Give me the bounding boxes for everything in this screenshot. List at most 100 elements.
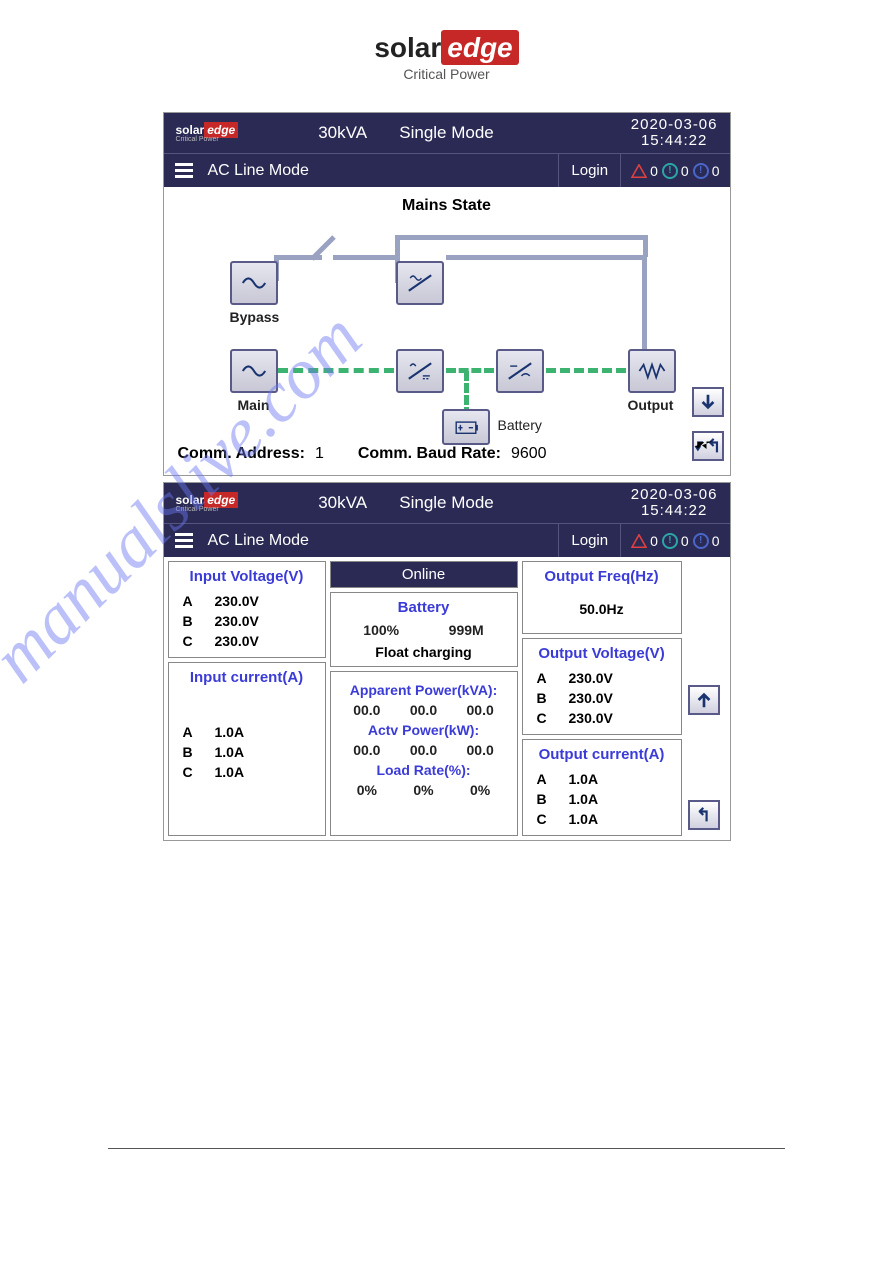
alert-warning-count: 0 [681,533,689,549]
brand-edge: edge [441,30,518,65]
menu-icon[interactable] [164,533,204,548]
alert-info-icon[interactable]: !0 [693,163,720,179]
comm-baud-value: 9600 [511,445,547,463]
battery-card: Battery 100% 999M Float charging [330,592,518,667]
battery-time: 999M [449,622,484,638]
battery-state: Float charging [339,644,509,660]
nav-back-button[interactable]: ↰ [688,800,720,830]
load-hdr: Load Rate(%): [339,762,509,778]
panel2-header: solaredge Critical Power 30kVA Single Mo… [164,483,730,523]
main-label: Main [238,397,270,413]
bypass-label: Bypass [230,309,280,325]
bypass-converter-box[interactable] [396,261,444,305]
load-v3: 0% [470,782,490,798]
output-current-b: 1.0A [569,791,599,807]
alert-critical-count: 0 [650,533,658,549]
alert-info-count: 0 [712,163,720,179]
output-current-card: Output current(A) A1.0A B1.0A C1.0A [522,739,682,836]
panel2-logo-solar: solar [176,493,205,507]
panel1-time: 15:44:22 [631,133,718,150]
output-freq-card: Output Freq(Hz) 50.0Hz [522,561,682,634]
panel2-mode: Single Mode [399,493,494,513]
output-current-c: 1.0A [569,811,599,827]
input-current-c: 1.0A [215,764,245,780]
bypass-source-box[interactable] [230,261,278,305]
power-card: Apparent Power(kVA): 00.0 00.0 00.0 Actv P… [330,671,518,836]
alert-warning-icon[interactable]: !0 [662,533,689,549]
ups-panel-data: solaredge Critical Power 30kVA Single Mo… [163,482,731,841]
alert-warning-count: 0 [681,163,689,179]
battery-box[interactable] [442,409,490,445]
switch-open [333,255,398,260]
battery-label: Battery [498,417,542,433]
rectifier-box[interactable] [396,349,444,393]
active-v3: 00.0 [467,742,494,758]
diagram-title: Mains State [178,197,716,215]
battery-pct: 100% [363,622,399,638]
status-online: Online [330,561,518,588]
panel1-line-mode: AC Line Mode [208,162,309,180]
login-button[interactable]: Login [558,524,621,557]
input-current-hdr: Input current(A) [177,669,317,686]
input-voltage-b: 230.0V [215,613,259,629]
menu-icon[interactable] [164,163,204,178]
output-voltage-b: 230.0V [569,690,613,706]
inverter-box[interactable] [496,349,544,393]
panel2-date: 2020-03-06 [631,487,718,504]
output-current-hdr: Output current(A) [531,746,673,763]
panel1-logo-solar: solar [176,123,205,137]
panel2-time: 15:44:22 [631,503,718,520]
apparent-v1: 00.0 [353,702,380,718]
panel1-subbar: AC Line Mode Login 0 !0 !0 [164,153,730,187]
panel1-header: solaredge Critical Power 30kVA Single Mo… [164,113,730,153]
apparent-hdr: Apparent Power(kVA): [339,682,509,698]
output-current-a: 1.0A [569,771,599,787]
nav-back-button[interactable]: ↰ [692,431,724,461]
output-voltage-c: 230.0V [569,710,613,726]
input-voltage-c: 230.0V [215,633,259,649]
output-box[interactable] [628,349,676,393]
load-v2: 0% [413,782,433,798]
input-current-a: 1.0A [215,724,245,740]
page-logo: solaredge Critical Power [0,0,893,106]
alert-critical-icon[interactable]: 0 [631,533,658,549]
comm-addr-value: 1 [315,445,324,463]
output-label: Output [628,397,674,413]
panel2-line-mode: AC Line Mode [208,532,309,550]
comm-row: Comm. Address: 1 Comm. Baud Rate: 9600 [178,445,716,463]
comm-baud-label: Comm. Baud Rate: [358,445,501,463]
output-voltage-a: 230.0V [569,670,613,686]
alert-warning-icon[interactable]: !0 [662,163,689,179]
apparent-v2: 00.0 [410,702,437,718]
nav-up-button[interactable] [688,685,720,715]
output-freq-val: 50.0Hz [531,591,673,627]
input-voltage-hdr: Input Voltage(V) [177,568,317,585]
battery-hdr: Battery [339,599,509,616]
active-v1: 00.0 [353,742,380,758]
panel2-subbar: AC Line Mode Login 0 !0 !0 [164,523,730,557]
load-v1: 0% [357,782,377,798]
input-current-b: 1.0A [215,744,245,760]
ups-panel-diagram: solaredge Critical Power 30kVA Single Mo… [163,112,731,476]
nav-down-button[interactable] [692,387,724,417]
alert-critical-icon[interactable]: 0 [631,163,658,179]
brand-tagline: Critical Power [0,66,893,82]
output-voltage-hdr: Output Voltage(V) [531,645,673,662]
output-freq-hdr: Output Freq(Hz) [531,568,673,585]
main-source-box[interactable] [230,349,278,393]
panel1-date: 2020-03-06 [631,117,718,134]
input-voltage-card: Input Voltage(V) A230.0V B230.0V C230.0V [168,561,326,658]
input-current-card: Input current(A) A1.0A B1.0A C1.0A [168,662,326,836]
alert-info-count: 0 [712,533,720,549]
login-button[interactable]: Login [558,154,621,187]
comm-addr-label: Comm. Address: [178,445,305,463]
footer-rule [108,1148,785,1149]
active-v2: 00.0 [410,742,437,758]
brand-solar: solar [374,32,441,63]
panel2-kva: 30kVA [318,493,367,513]
panel1-mode: Single Mode [399,123,494,143]
alert-info-icon[interactable]: !0 [693,533,720,549]
active-hdr: Actv Power(kW): [339,722,509,738]
power-flow-diagram: Bypass Main Output Battery [178,221,716,441]
apparent-v3: 00.0 [467,702,494,718]
